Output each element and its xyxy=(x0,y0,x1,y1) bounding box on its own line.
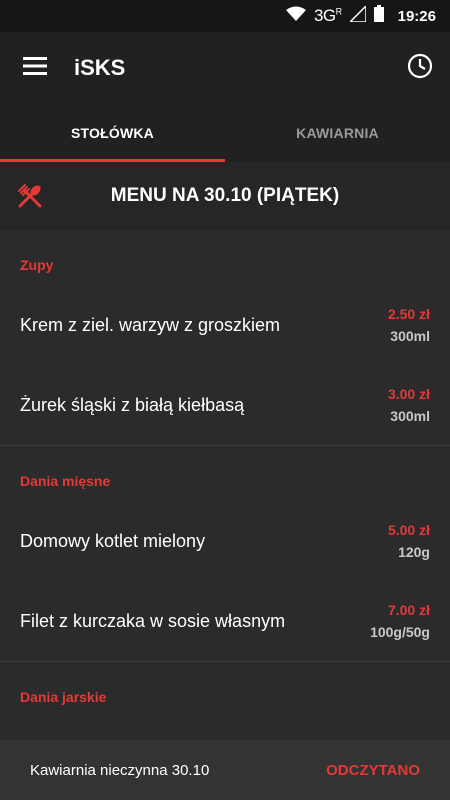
snackbar: Kawiarnia nieczynna 30.10 ODCZYTANO xyxy=(0,740,450,800)
menu-header: MENU NA 30.10 (PIĄTEK) xyxy=(0,162,450,230)
signal-icon xyxy=(347,3,367,27)
section-dania-jarskie: Dania jarskie xyxy=(0,662,450,717)
clock-icon xyxy=(407,53,433,84)
snackbar-message: Kawiarnia nieczynna 30.10 xyxy=(30,761,210,779)
battery-icon xyxy=(373,5,384,27)
menu-button[interactable] xyxy=(0,32,70,104)
section-zupy: Zupy Krem z ziel. warzyw z groszkiem 2.5… xyxy=(0,230,450,446)
list-item[interactable]: Żurek śląski z białą kiełbasą 3.00 zł 30… xyxy=(0,365,450,445)
tab-stolowka[interactable]: STOŁÓWKA xyxy=(0,104,225,162)
item-quantity: 120g xyxy=(398,544,430,560)
menu-list[interactable]: Zupy Krem z ziel. warzyw z groszkiem 2.5… xyxy=(0,230,450,740)
item-price: 7.00 zł xyxy=(387,602,430,618)
dismiss-button[interactable]: ODCZYTANO xyxy=(326,762,420,779)
item-name: Krem z ziel. warzyw z groszkiem xyxy=(20,314,281,335)
app-title: iSKS xyxy=(74,55,126,80)
cutlery-icon xyxy=(0,182,60,210)
section-title: Dania mięsne xyxy=(20,473,111,489)
item-price: 2.50 zł xyxy=(387,306,430,322)
item-name: Filet z kurczaka w sosie własnym xyxy=(20,610,286,631)
section-dania-miesne: Dania mięsne Domowy kotlet mielony 5.00 … xyxy=(0,446,450,662)
list-item[interactable]: Krem z ziel. warzyw z groszkiem 2.50 zł … xyxy=(0,285,450,365)
app-bar: iSKS xyxy=(0,32,450,104)
section-title: Zupy xyxy=(20,257,54,273)
item-quantity: 300ml xyxy=(390,328,430,344)
list-item[interactable]: Domowy kotlet mielony 5.00 zł 120g xyxy=(0,501,450,581)
network-type: 3GR xyxy=(313,6,342,25)
list-item[interactable]: Filet z kurczaka w sosie własnym 7.00 zł… xyxy=(0,581,450,661)
item-name: Domowy kotlet mielony xyxy=(20,530,206,551)
section-title: Dania jarskie xyxy=(20,689,107,705)
hamburger-menu-icon xyxy=(23,56,47,80)
tab-bar: STOŁÓWKA KAWIARNIA xyxy=(0,104,450,162)
wifi-icon xyxy=(285,6,306,27)
status-bar: 3GR 19:26 xyxy=(0,0,450,32)
item-price: 5.00 zł xyxy=(387,522,430,538)
item-quantity: 300ml xyxy=(390,408,430,424)
item-quantity: 100g/50g xyxy=(370,624,430,640)
item-name: Żurek śląski z białą kiełbasą xyxy=(20,394,245,415)
item-price: 3.00 zł xyxy=(387,386,430,402)
status-time: 19:26 xyxy=(397,7,436,25)
history-button[interactable] xyxy=(390,32,450,104)
tab-kawiarnia[interactable]: KAWIARNIA xyxy=(225,104,450,162)
menu-title: MENU NA 30.10 (PIĄTEK) xyxy=(110,185,340,206)
